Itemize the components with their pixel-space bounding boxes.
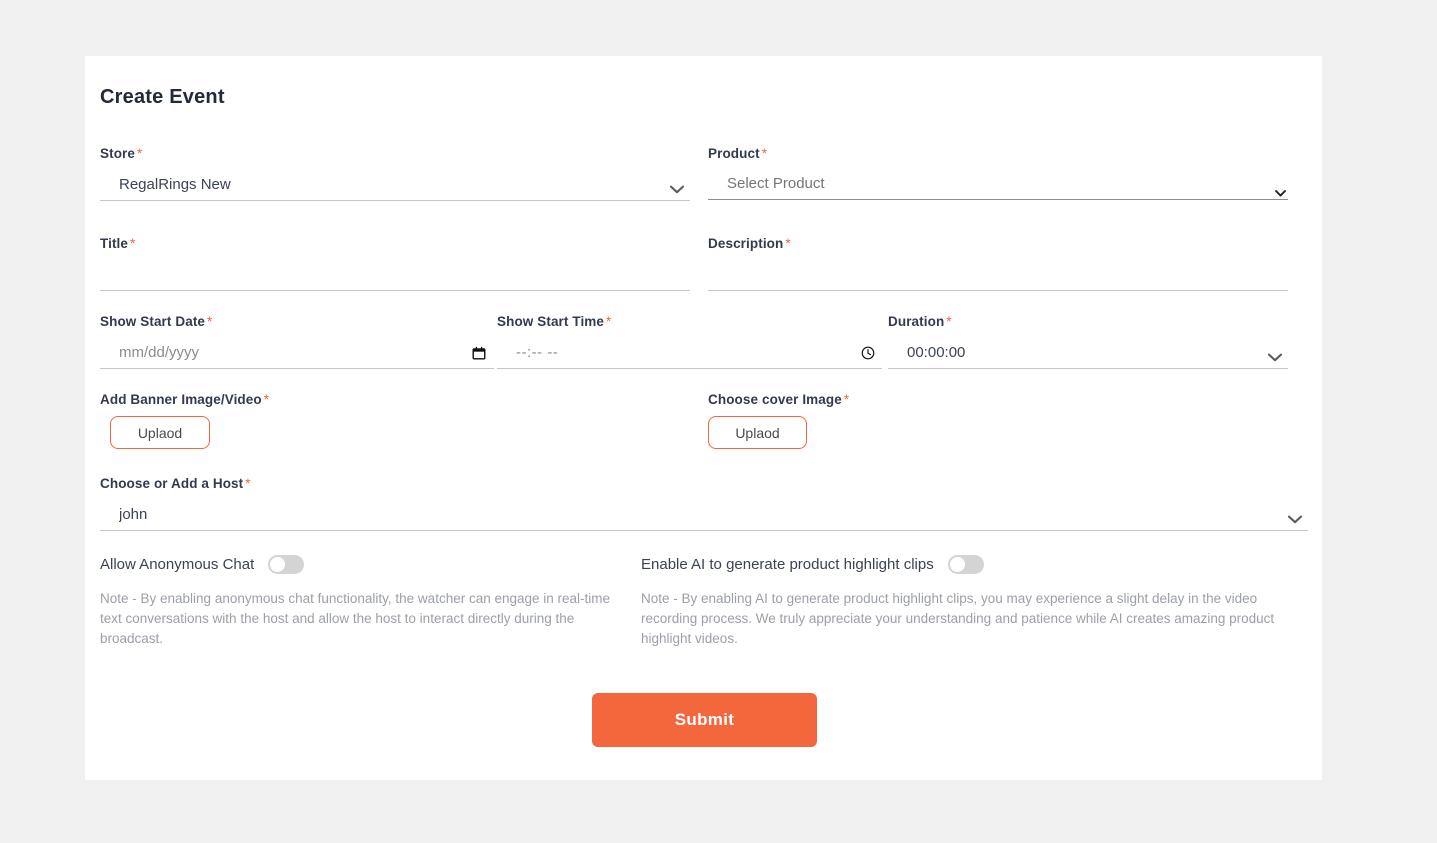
field-description-label: Description * [708,236,791,251]
store-select[interactable]: RegalRings New [100,172,690,201]
submit-button[interactable]: Submit [592,693,817,747]
required-asterisk: * [606,314,612,329]
required-asterisk: * [263,392,270,407]
field-banner-upload-label: Add Banner Image/Video * [100,392,270,407]
field-duration: Duration * 00:00:00 [888,314,1288,374]
product-select[interactable]: Select Product [708,171,1288,200]
host-select[interactable]: john [100,502,1308,531]
duration-select[interactable]: 00:00:00 [888,340,1288,369]
field-title-label: Title * [100,236,136,251]
field-cover-upload-label: Choose cover Image * [708,392,850,407]
required-asterisk: * [843,392,850,407]
ai-highlights-note: Note - By enabling AI to generate produc… [641,591,1275,646]
field-title: Title * [100,236,690,296]
field-description: Description * [708,236,1288,296]
required-asterisk: * [207,314,213,329]
field-duration-label: Duration * [888,314,952,329]
field-show-start-date: Show Start Date * [100,314,494,374]
field-host: Choose or Add a Host * john [100,476,1308,536]
field-store: Store * RegalRings New [100,146,690,206]
field-show-start-date-label: Show Start Date * [100,314,213,329]
field-cover-upload: Choose cover Image * Uplaod [708,392,1268,462]
cover-upload-button[interactable]: Uplaod [708,416,807,449]
ai-highlights-toggle-row: Enable AI to generate product highlight … [641,555,984,574]
anonymous-chat-toggle[interactable] [268,555,305,574]
banner-upload-button[interactable]: Uplaod [110,416,210,449]
field-product: Product * Select Product [708,146,1288,206]
field-show-start-time: Show Start Time * [497,314,882,374]
toggle-knob [949,557,965,572]
anonymous-chat-toggle-row: Allow Anonymous Chat [100,555,305,574]
required-asterisk: * [946,314,952,329]
toggle-knob [270,557,286,572]
field-show-start-time-label: Show Start Time * [497,314,612,329]
title-input[interactable] [100,262,690,291]
required-asterisk: * [130,236,136,251]
show-start-date-input[interactable] [100,340,494,369]
clock-icon[interactable] [861,346,875,360]
field-product-label: Product * [708,146,768,161]
page-title: Create Event [100,86,225,108]
description-input[interactable] [708,262,1288,291]
ai-highlights-toggle[interactable] [947,555,984,574]
ai-highlights-label: Enable AI to generate product highlight … [641,556,934,573]
required-asterisk: * [785,236,791,251]
field-host-label: Choose or Add a Host * [100,476,251,491]
calendar-icon[interactable] [472,346,486,360]
field-store-label: Store * [100,146,143,161]
required-asterisk: * [137,146,143,161]
required-asterisk: * [761,146,768,161]
field-banner-upload: Add Banner Image/Video * Uplaod [100,392,660,462]
required-asterisk: * [245,476,251,491]
anonymous-chat-label: Allow Anonymous Chat [100,556,255,573]
show-start-time-input[interactable] [497,340,882,369]
anonymous-chat-note: Note - By enabling anonymous chat functi… [100,591,611,646]
create-event-card: Create Event Store * RegalRings New Produ… [85,56,1322,780]
